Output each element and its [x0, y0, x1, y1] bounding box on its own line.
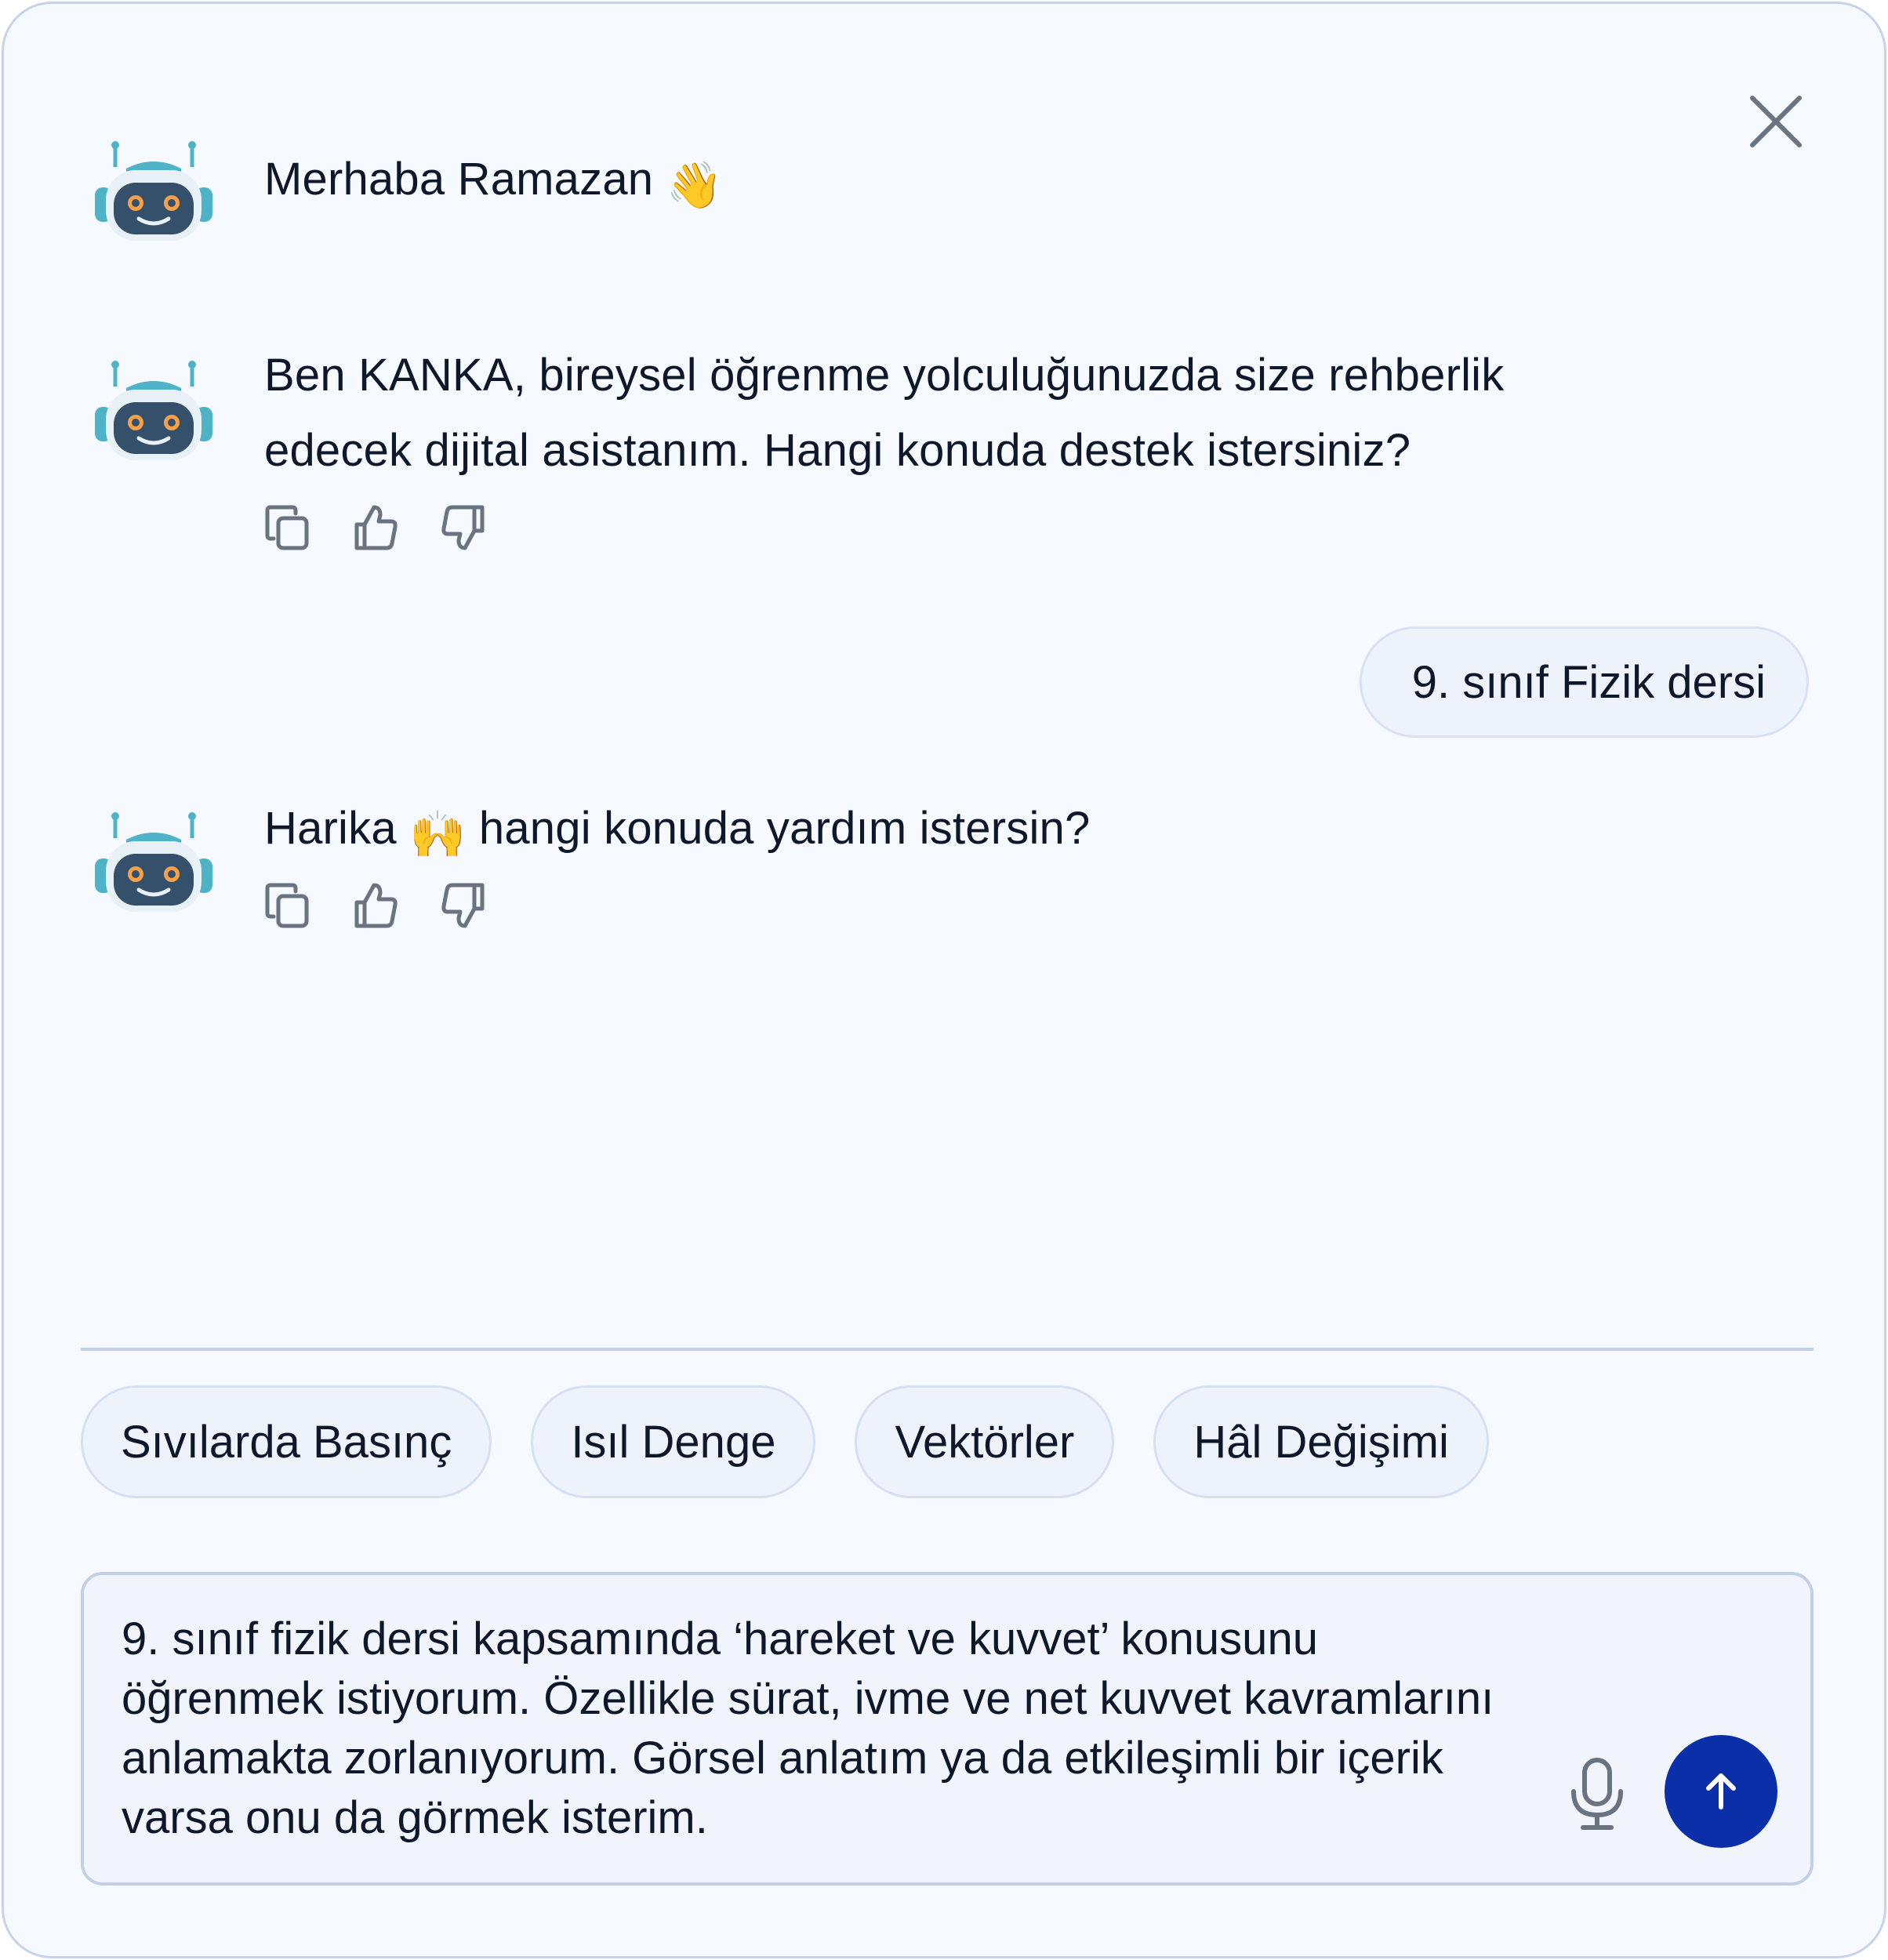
suggestion-chip[interactable]: Isıl Denge [531, 1385, 816, 1498]
bot-message-line: edecek dijital asistanım. Hangi konuda d… [264, 425, 1411, 476]
suggestion-chip[interactable]: Vektörler [855, 1385, 1115, 1498]
copy-icon[interactable] [264, 880, 311, 931]
thumbs-up-icon[interactable] [352, 880, 399, 931]
robot-avatar-icon [95, 812, 212, 912]
bot-message-word: Harika [264, 803, 397, 854]
thumbs-down-icon[interactable] [440, 503, 487, 553]
microphone-icon [1571, 1758, 1623, 1830]
bot-message-text: Merhaba Ramazan 👋 [264, 142, 723, 223]
bot-message-line: Ben KANKA, bireysel öğrenme yolculuğunuz… [264, 350, 1505, 401]
suggestion-chip[interactable]: Sıvılarda Basınç [81, 1385, 492, 1498]
bot-message [89, 808, 219, 915]
bot-message [89, 137, 219, 244]
thumbs-down-icon[interactable] [440, 880, 487, 931]
wave-emoji: 👋 [666, 160, 724, 211]
user-message-text: 9. sınıf Fizik dersi [1411, 656, 1766, 708]
bot-message-text: Ben KANKA, bireysel öğrenme yolculuğunuz… [264, 338, 1504, 488]
suggestion-chips: Sıvılarda Basınç Isıl Denge Vektörler Hâ… [81, 1385, 1489, 1498]
arrow-up-icon [1706, 1773, 1736, 1809]
robot-avatar-icon [95, 141, 212, 241]
thumbs-up-icon[interactable] [352, 503, 399, 553]
user-message-bubble: 9. sınıf Fizik dersi [1359, 626, 1809, 738]
microphone-button[interactable] [1566, 1757, 1628, 1832]
raised-hands-emoji: 🙌 [409, 809, 467, 860]
message-actions [264, 880, 487, 931]
close-button[interactable] [1746, 92, 1806, 151]
divider [81, 1348, 1814, 1351]
bot-message [89, 357, 219, 463]
suggestion-chip[interactable]: Hâl Değişimi [1153, 1385, 1489, 1498]
greeting-text: Merhaba Ramazan [264, 154, 654, 205]
message-composer: 9. sınıf fizik dersi kapsamında ‘hareket… [81, 1572, 1814, 1886]
message-actions [264, 503, 487, 553]
close-icon [1750, 96, 1802, 147]
message-input[interactable]: 9. sınıf fizik dersi kapsamında ‘hareket… [122, 1610, 1517, 1860]
robot-avatar-icon [95, 361, 212, 460]
send-button[interactable] [1665, 1735, 1777, 1848]
bot-message-text: Harika 🙌 hangi konuda yardım istersin? [264, 791, 1090, 873]
copy-icon[interactable] [264, 503, 311, 553]
bot-message-word: hangi konuda yardım istersin? [478, 803, 1091, 854]
chat-panel: Merhaba Ramazan 👋 Ben KANKA, bireysel öğ… [2, 2, 1886, 1958]
